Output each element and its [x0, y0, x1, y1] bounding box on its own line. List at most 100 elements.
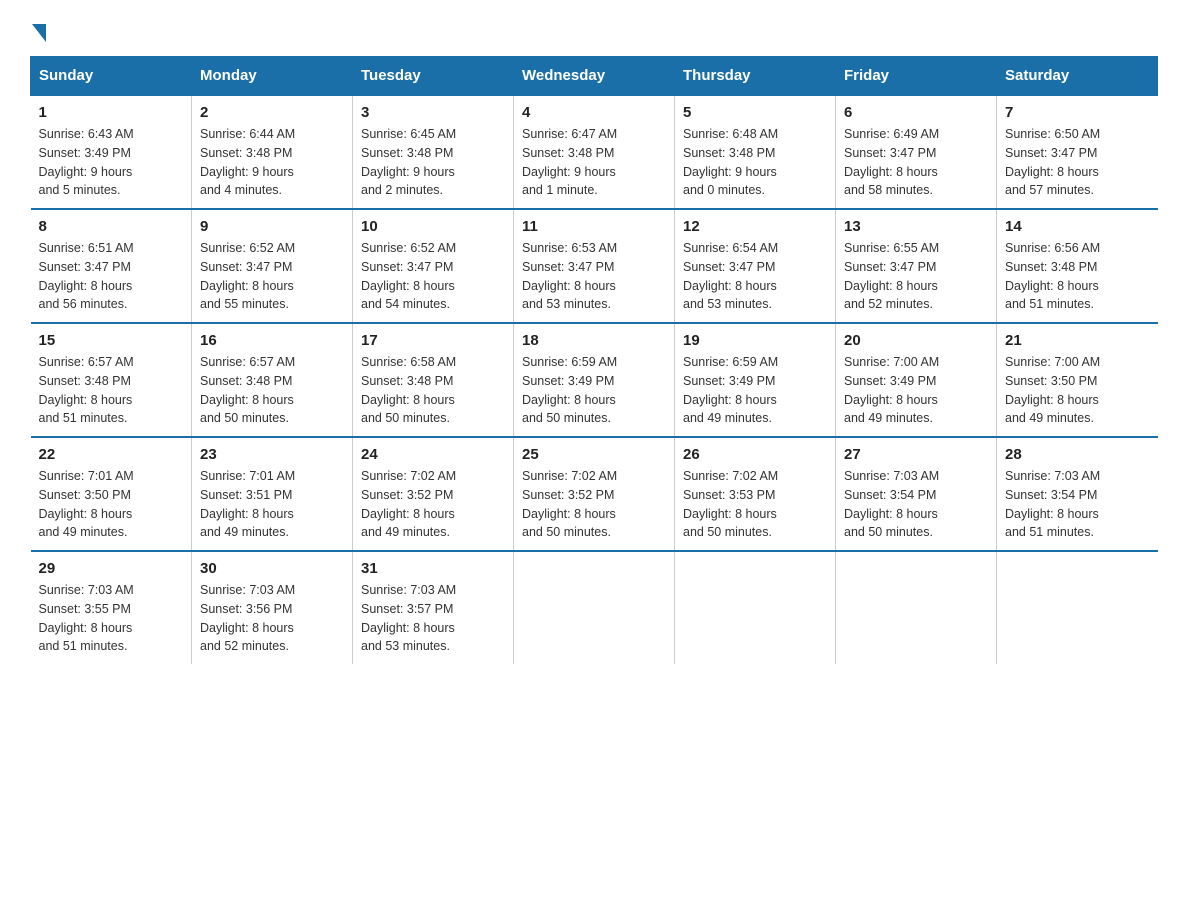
day-info: Sunrise: 7:03 AMSunset: 3:57 PMDaylight:…	[361, 581, 505, 656]
day-number: 2	[200, 104, 344, 121]
day-info: Sunrise: 7:02 AMSunset: 3:52 PMDaylight:…	[361, 467, 505, 542]
day-number: 28	[1005, 446, 1150, 463]
calendar-cell: 2 Sunrise: 6:44 AMSunset: 3:48 PMDayligh…	[192, 95, 353, 209]
logo	[30, 20, 46, 38]
header-row: Sunday Monday Tuesday Wednesday Thursday…	[31, 57, 1158, 96]
calendar-cell: 27 Sunrise: 7:03 AMSunset: 3:54 PMDaylig…	[836, 437, 997, 551]
col-tuesday: Tuesday	[353, 57, 514, 96]
calendar-cell: 3 Sunrise: 6:45 AMSunset: 3:48 PMDayligh…	[353, 95, 514, 209]
calendar-cell: 21 Sunrise: 7:00 AMSunset: 3:50 PMDaylig…	[997, 323, 1158, 437]
day-info: Sunrise: 7:03 AMSunset: 3:54 PMDaylight:…	[1005, 467, 1150, 542]
day-number: 8	[39, 218, 184, 235]
day-info: Sunrise: 6:50 AMSunset: 3:47 PMDaylight:…	[1005, 125, 1150, 200]
day-number: 23	[200, 446, 344, 463]
page-header	[30, 20, 1158, 38]
day-info: Sunrise: 6:57 AMSunset: 3:48 PMDaylight:…	[39, 353, 184, 428]
calendar-cell: 13 Sunrise: 6:55 AMSunset: 3:47 PMDaylig…	[836, 209, 997, 323]
calendar-cell: 8 Sunrise: 6:51 AMSunset: 3:47 PMDayligh…	[31, 209, 192, 323]
day-info: Sunrise: 7:00 AMSunset: 3:50 PMDaylight:…	[1005, 353, 1150, 428]
day-info: Sunrise: 6:59 AMSunset: 3:49 PMDaylight:…	[683, 353, 827, 428]
day-number: 14	[1005, 218, 1150, 235]
calendar-cell: 30 Sunrise: 7:03 AMSunset: 3:56 PMDaylig…	[192, 551, 353, 664]
calendar-cell: 14 Sunrise: 6:56 AMSunset: 3:48 PMDaylig…	[997, 209, 1158, 323]
calendar-cell: 12 Sunrise: 6:54 AMSunset: 3:47 PMDaylig…	[675, 209, 836, 323]
day-number: 21	[1005, 332, 1150, 349]
calendar-cell: 25 Sunrise: 7:02 AMSunset: 3:52 PMDaylig…	[514, 437, 675, 551]
day-number: 29	[39, 560, 184, 577]
day-info: Sunrise: 7:01 AMSunset: 3:51 PMDaylight:…	[200, 467, 344, 542]
day-info: Sunrise: 6:53 AMSunset: 3:47 PMDaylight:…	[522, 239, 666, 314]
day-info: Sunrise: 7:02 AMSunset: 3:53 PMDaylight:…	[683, 467, 827, 542]
day-info: Sunrise: 6:51 AMSunset: 3:47 PMDaylight:…	[39, 239, 184, 314]
day-number: 19	[683, 332, 827, 349]
day-number: 24	[361, 446, 505, 463]
col-thursday: Thursday	[675, 57, 836, 96]
day-info: Sunrise: 6:48 AMSunset: 3:48 PMDaylight:…	[683, 125, 827, 200]
day-number: 5	[683, 104, 827, 121]
day-number: 20	[844, 332, 988, 349]
day-number: 9	[200, 218, 344, 235]
calendar-cell	[514, 551, 675, 664]
day-info: Sunrise: 6:49 AMSunset: 3:47 PMDaylight:…	[844, 125, 988, 200]
day-number: 6	[844, 104, 988, 121]
day-number: 1	[39, 104, 184, 121]
calendar-cell: 10 Sunrise: 6:52 AMSunset: 3:47 PMDaylig…	[353, 209, 514, 323]
calendar-cell: 4 Sunrise: 6:47 AMSunset: 3:48 PMDayligh…	[514, 95, 675, 209]
col-sunday: Sunday	[31, 57, 192, 96]
calendar-cell: 16 Sunrise: 6:57 AMSunset: 3:48 PMDaylig…	[192, 323, 353, 437]
day-number: 12	[683, 218, 827, 235]
calendar-cell: 17 Sunrise: 6:58 AMSunset: 3:48 PMDaylig…	[353, 323, 514, 437]
day-number: 13	[844, 218, 988, 235]
day-info: Sunrise: 6:44 AMSunset: 3:48 PMDaylight:…	[200, 125, 344, 200]
col-monday: Monday	[192, 57, 353, 96]
day-info: Sunrise: 6:43 AMSunset: 3:49 PMDaylight:…	[39, 125, 184, 200]
day-info: Sunrise: 6:52 AMSunset: 3:47 PMDaylight:…	[200, 239, 344, 314]
calendar-cell: 1 Sunrise: 6:43 AMSunset: 3:49 PMDayligh…	[31, 95, 192, 209]
calendar-cell: 28 Sunrise: 7:03 AMSunset: 3:54 PMDaylig…	[997, 437, 1158, 551]
day-number: 15	[39, 332, 184, 349]
calendar-cell: 31 Sunrise: 7:03 AMSunset: 3:57 PMDaylig…	[353, 551, 514, 664]
calendar-week-row: 22 Sunrise: 7:01 AMSunset: 3:50 PMDaylig…	[31, 437, 1158, 551]
calendar-cell: 7 Sunrise: 6:50 AMSunset: 3:47 PMDayligh…	[997, 95, 1158, 209]
calendar-cell: 26 Sunrise: 7:02 AMSunset: 3:53 PMDaylig…	[675, 437, 836, 551]
day-number: 7	[1005, 104, 1150, 121]
calendar-cell	[675, 551, 836, 664]
col-wednesday: Wednesday	[514, 57, 675, 96]
day-info: Sunrise: 6:52 AMSunset: 3:47 PMDaylight:…	[361, 239, 505, 314]
day-number: 3	[361, 104, 505, 121]
day-number: 4	[522, 104, 666, 121]
col-friday: Friday	[836, 57, 997, 96]
calendar-header: Sunday Monday Tuesday Wednesday Thursday…	[31, 57, 1158, 96]
day-number: 30	[200, 560, 344, 577]
day-info: Sunrise: 7:00 AMSunset: 3:49 PMDaylight:…	[844, 353, 988, 428]
day-info: Sunrise: 6:47 AMSunset: 3:48 PMDaylight:…	[522, 125, 666, 200]
calendar-week-row: 8 Sunrise: 6:51 AMSunset: 3:47 PMDayligh…	[31, 209, 1158, 323]
logo-arrow-icon	[32, 24, 46, 42]
day-info: Sunrise: 7:03 AMSunset: 3:55 PMDaylight:…	[39, 581, 184, 656]
day-number: 27	[844, 446, 988, 463]
calendar-cell: 9 Sunrise: 6:52 AMSunset: 3:47 PMDayligh…	[192, 209, 353, 323]
day-number: 25	[522, 446, 666, 463]
calendar-table: Sunday Monday Tuesday Wednesday Thursday…	[30, 56, 1158, 664]
day-info: Sunrise: 7:03 AMSunset: 3:54 PMDaylight:…	[844, 467, 988, 542]
day-info: Sunrise: 6:45 AMSunset: 3:48 PMDaylight:…	[361, 125, 505, 200]
calendar-week-row: 15 Sunrise: 6:57 AMSunset: 3:48 PMDaylig…	[31, 323, 1158, 437]
day-number: 31	[361, 560, 505, 577]
day-info: Sunrise: 7:03 AMSunset: 3:56 PMDaylight:…	[200, 581, 344, 656]
calendar-cell: 6 Sunrise: 6:49 AMSunset: 3:47 PMDayligh…	[836, 95, 997, 209]
day-info: Sunrise: 6:55 AMSunset: 3:47 PMDaylight:…	[844, 239, 988, 314]
day-info: Sunrise: 6:59 AMSunset: 3:49 PMDaylight:…	[522, 353, 666, 428]
calendar-cell: 22 Sunrise: 7:01 AMSunset: 3:50 PMDaylig…	[31, 437, 192, 551]
day-number: 10	[361, 218, 505, 235]
day-info: Sunrise: 6:57 AMSunset: 3:48 PMDaylight:…	[200, 353, 344, 428]
calendar-week-row: 29 Sunrise: 7:03 AMSunset: 3:55 PMDaylig…	[31, 551, 1158, 664]
day-number: 18	[522, 332, 666, 349]
calendar-cell: 19 Sunrise: 6:59 AMSunset: 3:49 PMDaylig…	[675, 323, 836, 437]
day-info: Sunrise: 7:02 AMSunset: 3:52 PMDaylight:…	[522, 467, 666, 542]
day-info: Sunrise: 6:56 AMSunset: 3:48 PMDaylight:…	[1005, 239, 1150, 314]
day-number: 22	[39, 446, 184, 463]
calendar-cell: 15 Sunrise: 6:57 AMSunset: 3:48 PMDaylig…	[31, 323, 192, 437]
day-info: Sunrise: 7:01 AMSunset: 3:50 PMDaylight:…	[39, 467, 184, 542]
calendar-cell: 20 Sunrise: 7:00 AMSunset: 3:49 PMDaylig…	[836, 323, 997, 437]
day-number: 26	[683, 446, 827, 463]
